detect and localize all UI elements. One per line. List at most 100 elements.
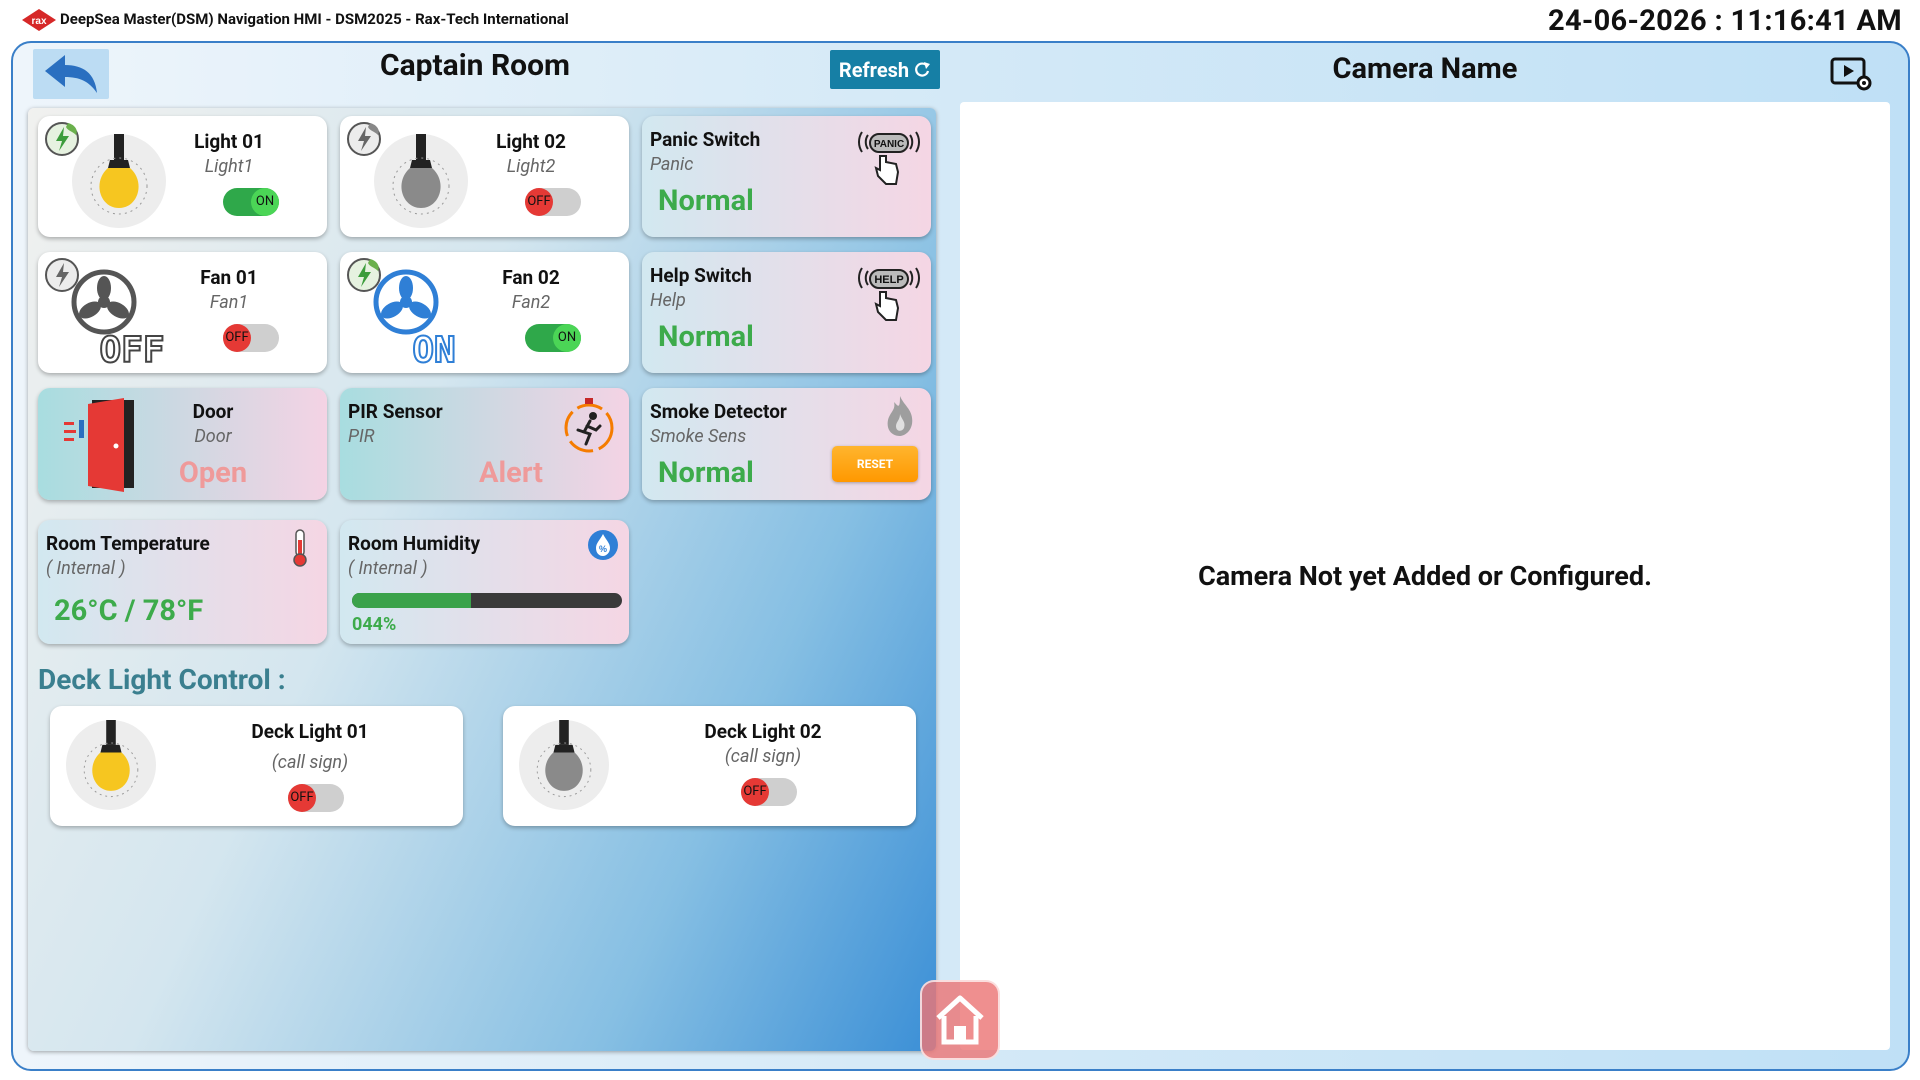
device-name: Panic Switch (650, 128, 761, 151)
card-pir-sensor[interactable]: PIR Sensor PIR Alert (340, 388, 629, 500)
device-name: Room Temperature (46, 532, 210, 555)
card-fan-01[interactable]: OFF Fan 01 Fan1 OFF (38, 252, 327, 373)
deck-light-01-toggle[interactable]: OFF (288, 784, 344, 812)
bulb-icon (536, 720, 592, 798)
fan-01-toggle[interactable]: OFF (223, 324, 279, 352)
device-subname: Light1 (204, 156, 254, 177)
device-subname: Door (194, 426, 232, 447)
toggle-state: OFF (525, 188, 553, 216)
back-button[interactable] (33, 49, 109, 99)
reset-label: RESET (856, 457, 894, 471)
panic-icon-text: PANIC (874, 139, 904, 150)
help-icon-text: HELP (874, 274, 903, 286)
device-status: Alert (479, 456, 543, 490)
svg-text:%: % (599, 544, 607, 554)
bulb-icon (392, 134, 450, 215)
device-subname: Help (650, 290, 686, 311)
card-deck-light-01[interactable]: Deck Light 01 (call sign) OFF (50, 706, 463, 826)
camera-status-message: Camera Not yet Added or Configured. (1198, 560, 1652, 592)
device-subname: Smoke Sens (650, 426, 747, 447)
device-status: Normal (658, 320, 754, 354)
toggle-state: OFF (741, 778, 769, 806)
fan-state-label: OFF (99, 330, 164, 368)
device-status: Normal (658, 184, 754, 218)
device-name: Fan 01 (200, 266, 258, 289)
card-help-switch[interactable]: Help Switch Help Normal HELP (642, 252, 931, 373)
logo-text: rax (31, 16, 46, 27)
bulb-circle (72, 134, 166, 228)
card-light-01[interactable]: Light 01 Light1 ON (38, 116, 327, 237)
humidity-value: 044% (352, 614, 397, 635)
card-panic-switch[interactable]: Panic Switch Panic Normal PANIC (642, 116, 931, 237)
card-deck-light-02[interactable]: Deck Light 02 (call sign) OFF (503, 706, 916, 826)
device-status: Normal (658, 456, 754, 490)
light-02-toggle[interactable]: OFF (525, 188, 581, 216)
refresh-label: Refresh (838, 57, 910, 82)
device-subname: Fan1 (209, 292, 249, 313)
device-name: Door (192, 400, 234, 423)
door-icon (64, 398, 134, 492)
device-name: Help Switch (650, 264, 752, 287)
humidity-bar (352, 593, 622, 608)
device-panel: Light 01 Light1 ON Light 02 Light2 OFF P… (28, 108, 936, 1051)
device-name: Smoke Detector (650, 400, 787, 423)
bulb-icon (83, 720, 139, 798)
home-button[interactable] (920, 980, 1000, 1060)
bulb-circle (374, 134, 468, 228)
pir-runner-icon (564, 398, 614, 453)
light-01-toggle[interactable]: ON (223, 188, 279, 216)
deck-light-heading: Deck Light Control : (38, 663, 286, 696)
device-name: Light 02 (496, 130, 566, 153)
datetime-display: 24-06-2026 : 11:16:41 AM (1548, 4, 1902, 38)
panic-button-icon: PANIC (858, 131, 920, 185)
device-name: Deck Light 01 (251, 720, 369, 743)
card-light-02[interactable]: Light 02 Light2 OFF (340, 116, 629, 237)
room-title: Captain Room (379, 48, 571, 83)
camera-title: Camera Name (1332, 52, 1518, 86)
fan-icon: OFF (71, 269, 166, 368)
device-name: PIR Sensor (348, 400, 443, 423)
thermometer-icon (293, 529, 307, 567)
card-room-humidity: Room Humidity ( Internal ) % 044% (340, 520, 629, 644)
device-name: Room Humidity (348, 532, 481, 555)
toggle-state: OFF (288, 784, 316, 812)
back-arrow-icon (45, 55, 97, 93)
device-subname: (call sign) (724, 746, 802, 767)
fan-02-toggle[interactable]: ON (525, 324, 581, 352)
temperature-value: 26°C / 78°F (54, 594, 204, 628)
card-door[interactable]: Door Door Open (38, 388, 327, 500)
toggle-state: ON (251, 188, 279, 216)
bulb-circle (66, 720, 156, 810)
card-fan-02[interactable]: ON Fan 02 Fan2 ON (340, 252, 629, 373)
device-subname: (call sign) (271, 752, 349, 773)
device-name: Light 01 (194, 130, 264, 153)
humidity-bar-fill (352, 593, 471, 608)
device-subname: ( Internal ) (348, 558, 428, 579)
humidity-icon: % (588, 530, 618, 560)
device-subname: Fan2 (511, 292, 551, 313)
device-status: Open (178, 456, 248, 490)
device-subname: ( Internal ) (46, 558, 126, 579)
refresh-icon (915, 61, 931, 77)
refresh-button[interactable]: Refresh (830, 50, 940, 89)
fan-state-label: ON (412, 330, 455, 368)
app-title: DeepSea Master(DSM) Navigation HMI - DSM… (60, 10, 569, 28)
fan-icon: ON (373, 269, 457, 368)
flame-icon (887, 396, 913, 436)
bulb-icon (90, 134, 148, 215)
device-name: Fan 02 (502, 266, 560, 289)
device-name: Deck Light 02 (704, 720, 822, 743)
help-button-icon: HELP (858, 267, 920, 321)
device-subname: PIR (348, 426, 375, 447)
deck-light-02-toggle[interactable]: OFF (741, 778, 797, 806)
device-subname: Panic (650, 154, 694, 175)
bulb-circle (519, 720, 609, 810)
device-subname: Light2 (506, 156, 556, 177)
home-icon (936, 995, 984, 1045)
smoke-reset-button[interactable]: RESET (832, 446, 918, 482)
toggle-state: ON (553, 324, 581, 352)
toggle-state: OFF (223, 324, 251, 352)
rax-logo: rax (22, 9, 56, 31)
card-smoke-detector[interactable]: Smoke Detector Smoke Sens Normal RESET (642, 388, 931, 500)
camera-settings-icon[interactable] (1830, 55, 1872, 91)
